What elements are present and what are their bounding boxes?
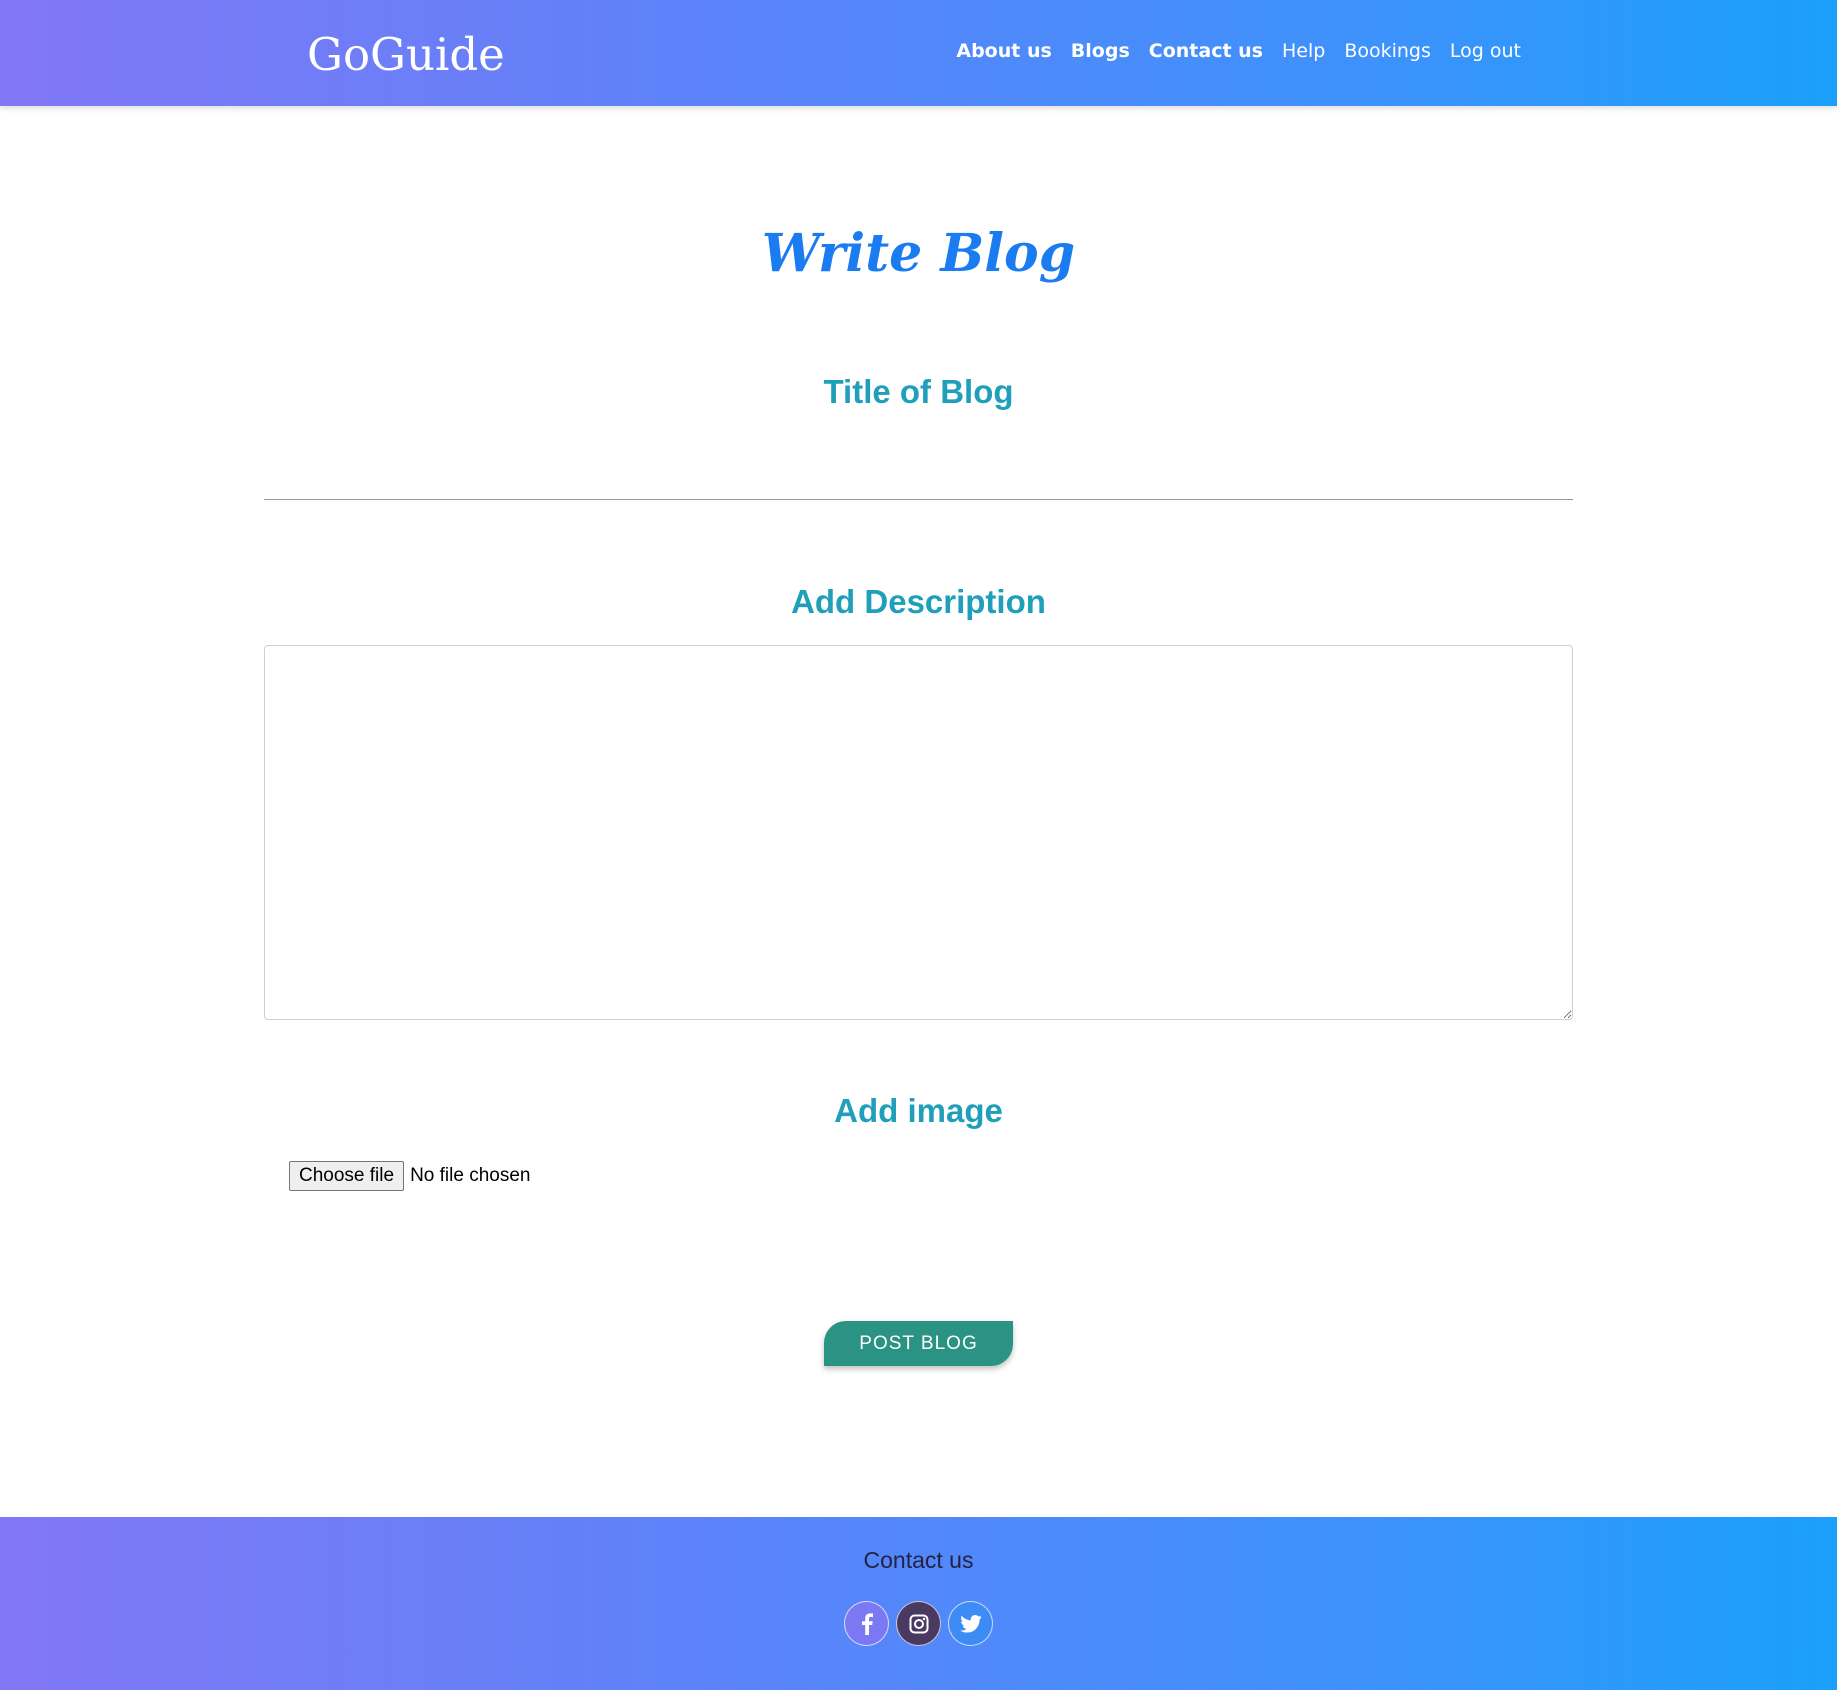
- add-image-label: Add image: [834, 1092, 1003, 1129]
- file-status-text: No file chosen: [410, 1165, 531, 1186]
- main-nav: About us Blogs Contact us Help Bookings …: [937, 40, 1521, 62]
- social-links: [0, 1601, 1837, 1646]
- file-input: Choose file No file chosen: [289, 1161, 530, 1191]
- description-textarea[interactable]: [264, 645, 1573, 1020]
- choose-file-button[interactable]: Choose file: [289, 1161, 405, 1191]
- footer: Contact us: [0, 1517, 1837, 1690]
- top-navbar: GoGuide About us Blogs Contact us Help B…: [0, 0, 1837, 106]
- nav-bookings[interactable]: Bookings: [1344, 40, 1431, 62]
- page-title: Write Blog: [761, 223, 1076, 284]
- nav-contact-us[interactable]: Contact us: [1149, 40, 1263, 62]
- nav-log-out[interactable]: Log out: [1450, 40, 1521, 62]
- post-blog-button[interactable]: POST BLOG: [824, 1321, 1013, 1366]
- nav-about-us[interactable]: About us: [956, 40, 1051, 62]
- blog-title-input[interactable]: [264, 458, 1573, 500]
- nav-blogs[interactable]: Blogs: [1071, 40, 1130, 62]
- blog-title-label: Title of Blog: [823, 373, 1014, 410]
- description-label: Add Description: [791, 583, 1046, 620]
- twitter-icon[interactable]: [948, 1601, 993, 1646]
- instagram-icon[interactable]: [896, 1601, 941, 1646]
- nav-help[interactable]: Help: [1282, 40, 1325, 62]
- facebook-icon[interactable]: [844, 1601, 889, 1646]
- site-logo[interactable]: GoGuide: [307, 28, 505, 82]
- footer-contact-title: Contact us: [863, 1547, 974, 1573]
